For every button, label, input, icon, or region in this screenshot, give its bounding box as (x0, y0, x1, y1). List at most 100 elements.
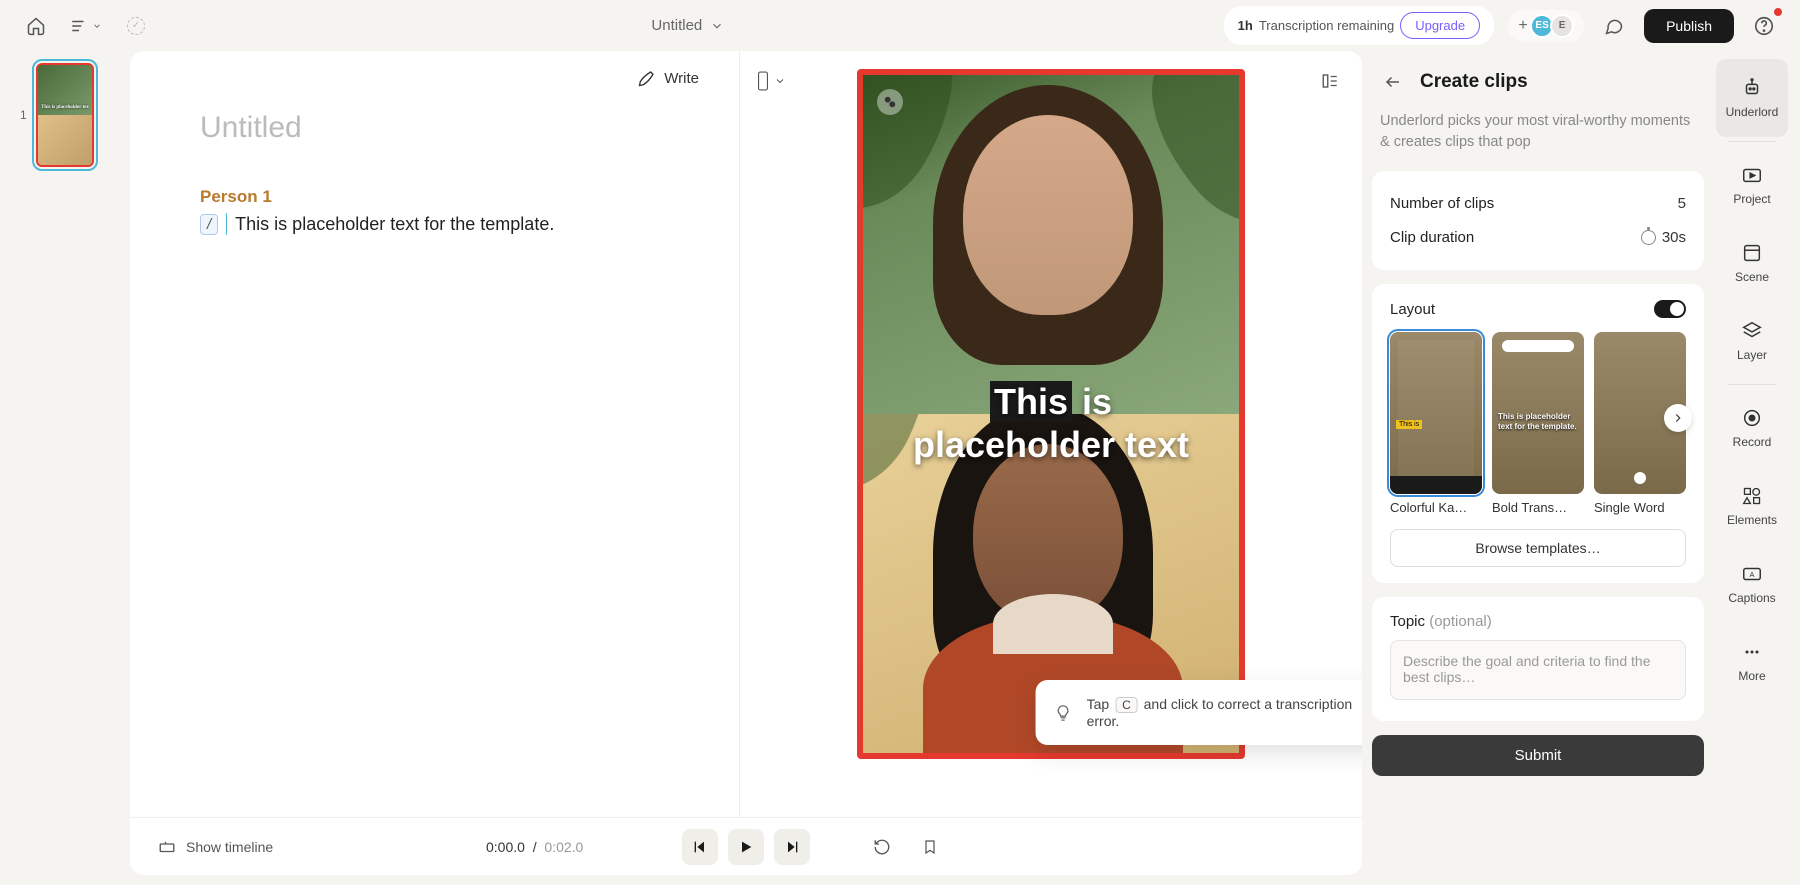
topic-label: Topic (1390, 613, 1425, 630)
layout-option-colorful[interactable]: This is Colorful Ka… (1390, 332, 1482, 515)
rail-label: Scene (1735, 270, 1769, 284)
rail-label: Elements (1727, 513, 1777, 527)
more-icon (1741, 641, 1763, 663)
play-button[interactable] (728, 829, 764, 865)
clip-settings-card: Number of clips 5 Clip duration 30s (1372, 171, 1704, 270)
topbar-right: 1h Transcription remaining Upgrade + ES … (1224, 6, 1780, 45)
watermark-badge (877, 89, 903, 115)
slash-command-chip[interactable]: / (200, 214, 218, 235)
layout-label-1: Bold Trans… (1492, 500, 1584, 515)
speaker-name[interactable]: Person 1 (200, 187, 699, 207)
avatar-e[interactable]: E (1550, 14, 1574, 38)
record-icon (1741, 407, 1763, 429)
captions-icon: A (1741, 563, 1763, 585)
rail-record[interactable]: Record (1716, 389, 1788, 467)
duration-label: Clip duration (1390, 229, 1474, 246)
logo-icon (883, 95, 897, 109)
num-clips-label: Number of clips (1390, 195, 1494, 212)
rail-project[interactable]: Project (1716, 146, 1788, 224)
scene-thumb-caption: This is placeholder tex (38, 105, 92, 110)
clip-duration-row[interactable]: Clip duration 30s (1390, 220, 1686, 254)
publish-button[interactable]: Publish (1644, 9, 1734, 43)
doc-title-placeholder[interactable]: Untitled (200, 111, 699, 145)
doc-title-dropdown[interactable]: Untitled (651, 17, 724, 34)
scene-thumbnail-1[interactable]: 1 This is placeholder tex (32, 59, 98, 171)
rail-underlord[interactable]: Underlord (1716, 59, 1788, 137)
total-time: 0:02.0 (544, 839, 583, 855)
loop-icon (873, 838, 891, 856)
layouts-next-button[interactable] (1664, 404, 1692, 432)
rail-scene[interactable]: Scene (1716, 224, 1788, 302)
timeline-icon (158, 838, 176, 856)
video-preview[interactable]: This is placeholder text (857, 69, 1245, 759)
caption-word-highlight: This (990, 381, 1072, 422)
write-button[interactable]: Write (638, 69, 699, 87)
phone-icon (756, 71, 770, 91)
rail-label: Captions (1728, 591, 1775, 605)
device-preview-dropdown[interactable] (756, 65, 786, 97)
keyboard-key-c: C (1115, 697, 1138, 713)
layout-label-0: Colorful Ka… (1390, 500, 1482, 515)
tip-toast: Tap C and click to correct a transcripti… (1036, 680, 1362, 745)
layout-option-bold[interactable]: This is placeholder text for the templat… (1492, 332, 1584, 515)
main: 1 This is placeholder tex Write Untitled… (0, 51, 1800, 885)
skip-forward-button[interactable] (774, 829, 810, 865)
rail-label: Project (1733, 192, 1770, 206)
show-timeline-button[interactable]: Show timeline (158, 838, 273, 856)
scene-icon (1741, 242, 1763, 264)
bookmark-icon (922, 838, 938, 856)
topic-label-row: Topic (optional) (1390, 613, 1686, 630)
layout-toggle[interactable] (1654, 300, 1686, 318)
bookmark-button[interactable] (914, 831, 946, 863)
layout-list-icon (1321, 72, 1339, 90)
rail-elements[interactable]: Elements (1716, 467, 1788, 545)
browse-templates-button[interactable]: Browse templates… (1390, 529, 1686, 567)
layout-templates: This is Colorful Ka… This is placeholder… (1390, 332, 1686, 515)
layout-presets-button[interactable] (1314, 65, 1346, 97)
panel-title: Create clips (1420, 71, 1528, 93)
submit-button[interactable]: Submit (1372, 735, 1704, 776)
loop-button[interactable] (866, 831, 898, 863)
scene-thumbnails-column: 1 This is placeholder tex (10, 51, 120, 875)
approve-button[interactable]: ✓ (120, 10, 152, 42)
help-button[interactable] (1748, 10, 1780, 42)
rail-more[interactable]: More (1716, 623, 1788, 701)
num-clips-value: 5 (1678, 195, 1686, 212)
elements-icon (1741, 485, 1763, 507)
arrow-left-icon (1384, 73, 1402, 91)
rail-label: Record (1733, 435, 1772, 449)
chevron-down-icon (92, 21, 102, 31)
skip-back-button[interactable] (682, 829, 718, 865)
upgrade-button[interactable]: Upgrade (1400, 12, 1480, 39)
rail-layer[interactable]: Layer (1716, 302, 1788, 380)
topbar: ✓ Untitled 1h Transcription remaining Up… (0, 0, 1800, 51)
skip-back-icon (692, 839, 708, 855)
rail-captions[interactable]: A Captions (1716, 545, 1788, 623)
menu-dropdown-button[interactable] (70, 10, 102, 42)
menu-icon (70, 17, 88, 35)
right-rail: Underlord Project Scene Layer Reco (1714, 51, 1790, 875)
panel-back-button[interactable] (1380, 69, 1406, 95)
topbar-left: ✓ (20, 10, 152, 42)
write-label: Write (664, 70, 699, 87)
notification-dot (1774, 8, 1782, 16)
time-display: 0:00.0 / 0:02.0 (486, 839, 583, 855)
duration-value: 30s (1662, 229, 1686, 246)
chevron-down-icon (774, 75, 786, 87)
chat-icon (1604, 16, 1624, 36)
show-timeline-label: Show timeline (186, 839, 273, 855)
comments-button[interactable] (1598, 10, 1630, 42)
number-of-clips-row[interactable]: Number of clips 5 (1390, 187, 1686, 220)
chevron-right-icon (1671, 411, 1685, 425)
current-time: 0:00.0 (486, 839, 525, 855)
tip-text: Tap C and click to correct a transcripti… (1087, 696, 1362, 729)
transcript-line[interactable]: / This is placeholder text for the templ… (200, 213, 699, 235)
home-icon (26, 16, 46, 36)
pen-icon (638, 69, 656, 87)
home-button[interactable] (20, 10, 52, 42)
scene-thumbnail-image: This is placeholder tex (36, 63, 94, 167)
collaborators: + ES E (1508, 10, 1584, 42)
topic-card: Topic (optional) (1372, 597, 1704, 721)
svg-text:A: A (1750, 570, 1755, 579)
topic-input[interactable] (1390, 640, 1686, 700)
